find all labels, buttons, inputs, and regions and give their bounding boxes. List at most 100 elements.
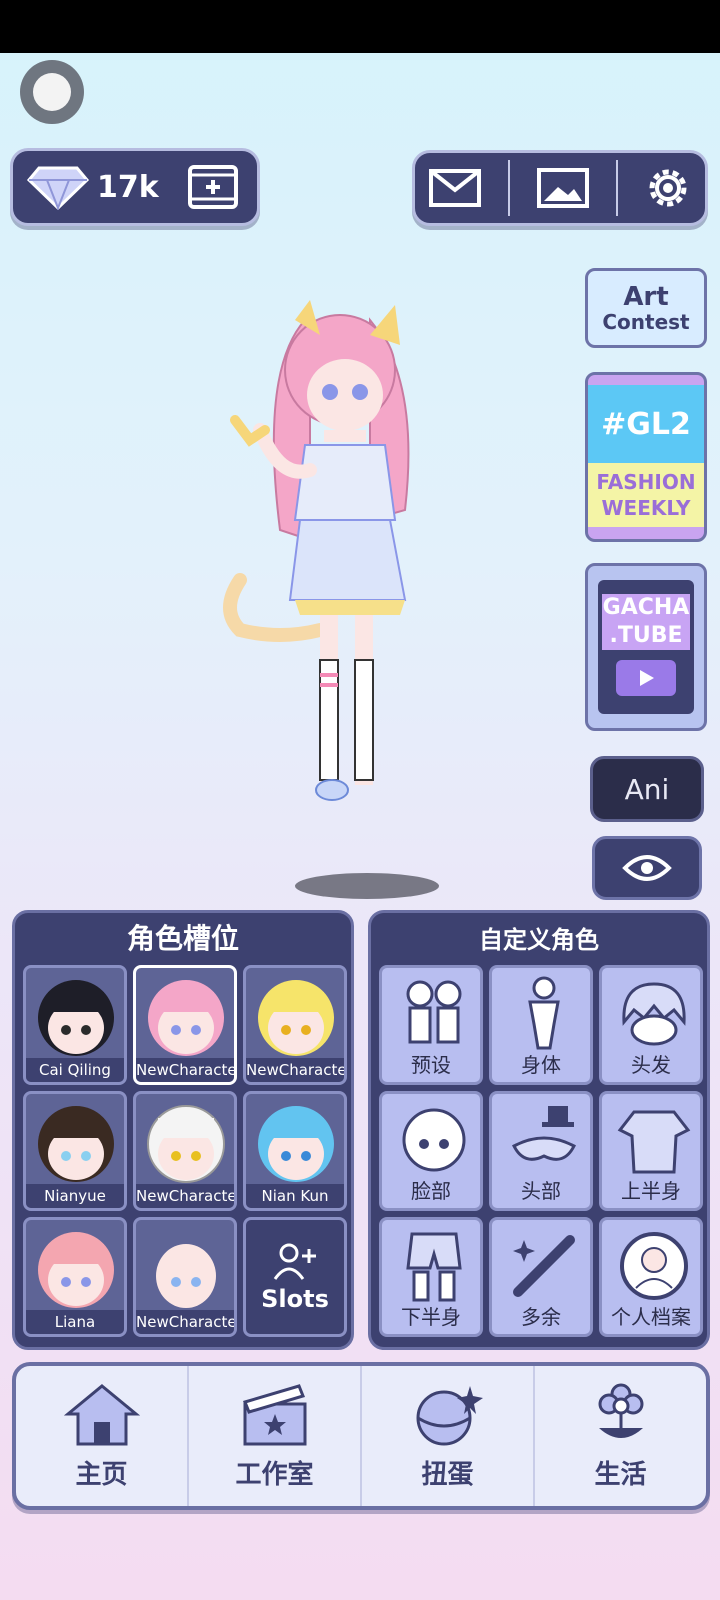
character-slot[interactable]: NewCharacter xyxy=(243,965,347,1085)
slot-name: Nianyue xyxy=(26,1184,124,1208)
bottom-nav: 主页 工作室 扭蛋 生活 xyxy=(12,1362,710,1510)
slot-name: NewCharacter xyxy=(246,1058,344,1082)
ani-button[interactable]: Ani xyxy=(590,756,704,822)
weekly-label: WEEKLY xyxy=(601,496,691,520)
fashion-weekly-label: FASHION WEEKLY xyxy=(588,463,704,527)
category-label: 头部 xyxy=(521,1179,561,1203)
top-right-toolbar xyxy=(412,150,708,226)
house-icon xyxy=(63,1383,140,1445)
customize-character-panel: 自定义角色 预设 身体 头发 脸部 头部 上半身 下半身 多余 个人档案 xyxy=(368,910,710,1350)
clapperboard-icon xyxy=(242,1383,306,1445)
tv-screen: GACHA .TUBE xyxy=(598,580,694,714)
mail-icon[interactable] xyxy=(428,168,482,208)
gacha-tube-label: GACHA .TUBE xyxy=(602,594,690,650)
eye-icon xyxy=(622,855,672,881)
avatar xyxy=(147,1105,225,1183)
play-icon xyxy=(616,660,676,696)
category-extra[interactable]: 多余 xyxy=(489,1217,593,1337)
customize-category-grid: 预设 身体 头发 脸部 头部 上半身 下半身 多余 个人档案 xyxy=(379,965,703,1337)
nav-label: 工作室 xyxy=(235,1459,314,1490)
nav-label: 扭蛋 xyxy=(421,1459,474,1490)
currency-bar: 17k xyxy=(10,148,260,226)
character-slots-title: 角色槽位 xyxy=(126,922,239,955)
nav-studio[interactable]: 工作室 xyxy=(187,1366,360,1506)
hat-mask-icon xyxy=(512,1106,576,1161)
category-face[interactable]: 脸部 xyxy=(379,1091,483,1211)
category-label: 预设 xyxy=(411,1053,451,1077)
nav-label: 生活 xyxy=(594,1459,647,1490)
circle-icon xyxy=(33,73,71,111)
art-contest-title: Art xyxy=(623,282,669,312)
character-slots-panel: 角色槽位 Cai Qiling NewCharacter NewCharacte… xyxy=(12,910,354,1350)
category-hair[interactable]: 头发 xyxy=(599,965,703,1085)
flower-icon xyxy=(598,1383,643,1438)
category-upper-body[interactable]: 上半身 xyxy=(599,1091,703,1211)
character-slot[interactable]: Nianyue xyxy=(23,1091,127,1211)
category-label: 头发 xyxy=(631,1053,671,1077)
character-slot[interactable]: NewCharacter xyxy=(133,1091,237,1211)
art-contest-banner[interactable]: Art Contest xyxy=(585,268,707,348)
category-label: 下半身 xyxy=(401,1305,461,1329)
shorts-icon xyxy=(406,1232,462,1302)
fashion-label: FASHION xyxy=(596,470,696,494)
slot-name: NewCharacter xyxy=(136,1058,234,1082)
avatar xyxy=(258,980,334,1056)
add-slots-button[interactable]: Slots xyxy=(243,1217,347,1337)
character-slot[interactable]: Nian Kun xyxy=(243,1091,347,1211)
gallery-image-icon[interactable] xyxy=(536,167,590,209)
add-user-icon xyxy=(273,1243,316,1280)
character-shadow xyxy=(295,873,439,899)
watch-ad-video-icon[interactable] xyxy=(187,161,239,213)
gacha-ball-icon xyxy=(416,1385,483,1445)
category-label: 个人档案 xyxy=(611,1305,691,1329)
slot-name: Cai Qiling xyxy=(26,1058,124,1082)
customize-title: 自定义角色 xyxy=(479,925,599,954)
menu-circle-button[interactable] xyxy=(20,60,84,124)
slot-name: Liana xyxy=(26,1310,124,1334)
gem-count: 17k xyxy=(97,169,159,205)
slot-name: Nian Kun xyxy=(246,1184,344,1208)
tube-label: .TUBE xyxy=(609,623,683,648)
gl2-tag: #GL2 xyxy=(588,385,704,463)
eye-toggle-button[interactable] xyxy=(592,836,702,900)
character-slot-selected[interactable]: NewCharacter xyxy=(133,965,237,1085)
art-contest-subtitle: Contest xyxy=(602,310,690,334)
nav-label: 主页 xyxy=(75,1459,128,1490)
category-label: 身体 xyxy=(521,1053,561,1077)
character-slot[interactable]: Liana xyxy=(23,1217,127,1337)
slot-name: NewCharacter xyxy=(136,1310,234,1334)
character-preview[interactable] xyxy=(220,280,450,820)
divider xyxy=(616,160,618,216)
body-icon xyxy=(528,976,560,1050)
character-slot[interactable]: Cai Qiling xyxy=(23,965,127,1085)
status-bar xyxy=(0,0,720,53)
gl2-fashion-weekly-banner[interactable]: #GL2 FASHION WEEKLY xyxy=(585,372,707,542)
avatar xyxy=(38,980,114,1056)
face-icon xyxy=(402,1108,466,1172)
shirt-icon xyxy=(617,1110,691,1174)
category-profile[interactable]: 个人档案 xyxy=(599,1217,703,1337)
avatar xyxy=(38,1232,114,1308)
category-label: 上半身 xyxy=(621,1179,681,1203)
category-presets[interactable]: 预设 xyxy=(379,965,483,1085)
slot-name: NewCharacter xyxy=(136,1184,234,1208)
divider xyxy=(508,160,510,216)
avatar xyxy=(148,980,224,1056)
character-slot[interactable]: NewCharacter xyxy=(133,1217,237,1337)
category-label: 脸部 xyxy=(411,1179,451,1203)
category-body[interactable]: 身体 xyxy=(489,965,593,1085)
avatar xyxy=(258,1106,334,1182)
hair-icon xyxy=(622,982,686,1046)
nav-life[interactable]: 生活 xyxy=(533,1366,706,1506)
gacha-label: GACHA xyxy=(602,595,690,620)
character-slot-grid: Cai Qiling NewCharacter NewCharacter Nia… xyxy=(23,965,347,1337)
slots-label: Slots xyxy=(261,1285,329,1313)
gacha-tube-banner[interactable]: GACHA .TUBE xyxy=(585,563,707,731)
gear-icon[interactable] xyxy=(644,164,692,212)
profile-icon xyxy=(620,1232,688,1300)
category-head[interactable]: 头部 xyxy=(489,1091,593,1211)
category-lower-body[interactable]: 下半身 xyxy=(379,1217,483,1337)
wand-icon xyxy=(513,1235,575,1297)
nav-home[interactable]: 主页 xyxy=(16,1366,187,1506)
nav-gacha[interactable]: 扭蛋 xyxy=(360,1366,533,1506)
